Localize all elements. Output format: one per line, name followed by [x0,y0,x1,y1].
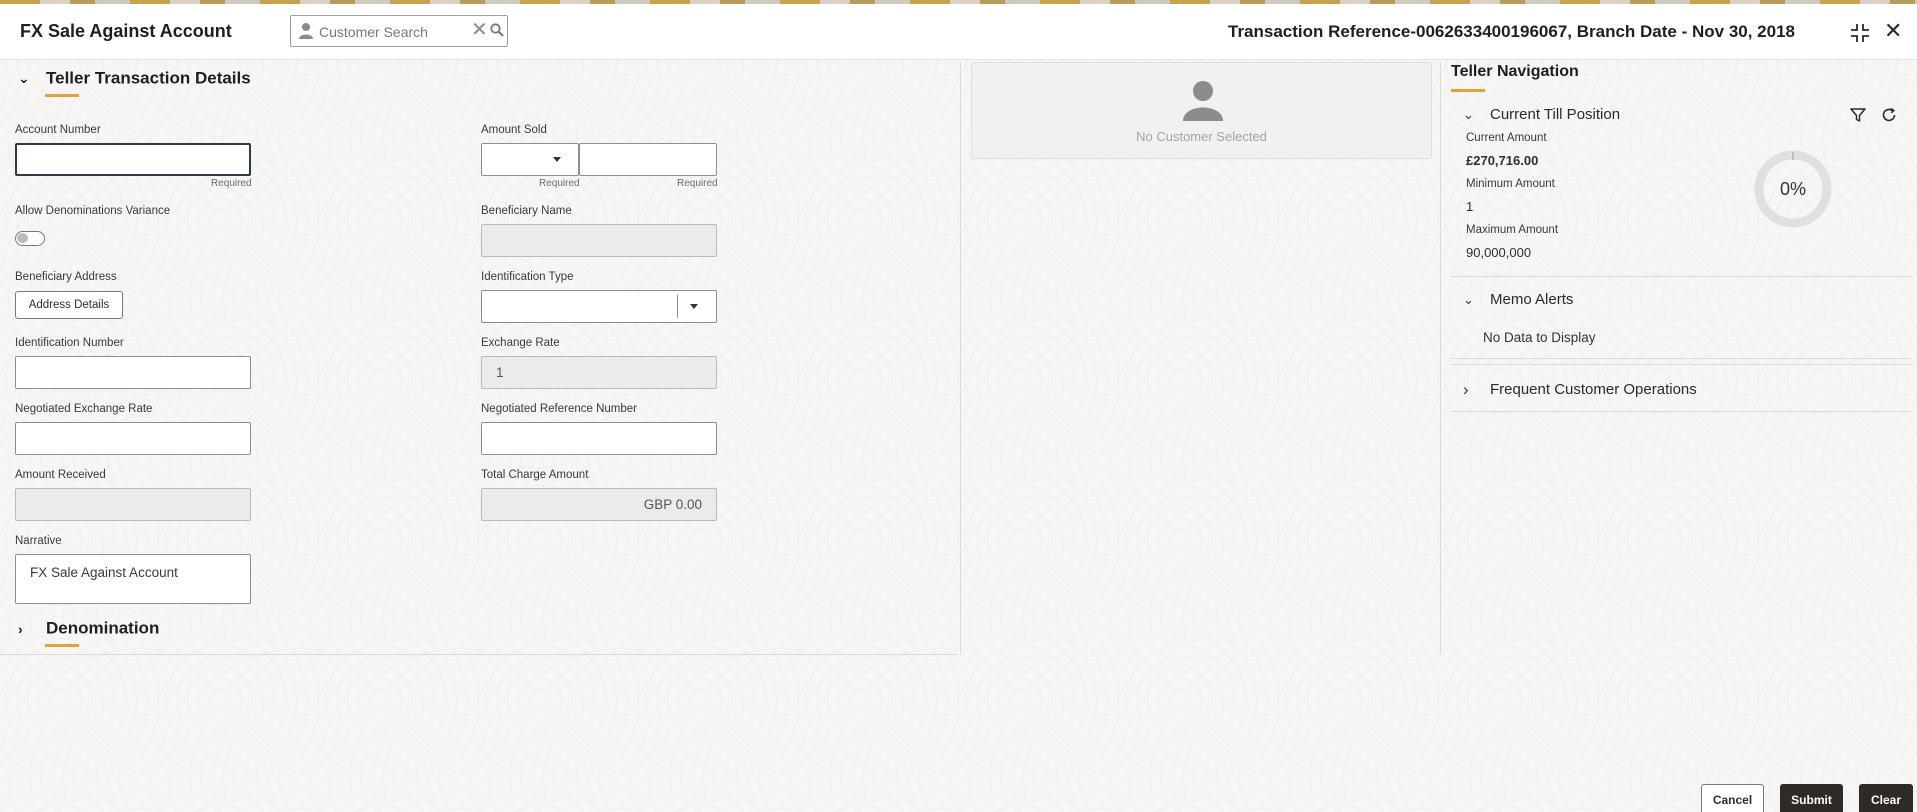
amount-received-input[interactable] [15,488,251,521]
total-charge-amount-label: Total Charge Amount [481,469,589,481]
close-icon[interactable]: ✕ [1884,18,1902,44]
memo-alerts-empty: No Data to Display [1483,330,1596,345]
memo-alerts-title: Memo Alerts [1490,291,1574,308]
identification-number-label: Identification Number [15,337,124,349]
chevron-right-icon: › [18,620,23,637]
caret-down-icon [553,157,561,162]
nav-divider [1451,411,1911,412]
avatar-icon [1183,81,1223,121]
clear-button[interactable]: Clear [1859,784,1913,812]
chevron-down-icon: ⌄ [18,70,30,87]
current-till-position-title: Current Till Position [1490,106,1621,123]
identification-type-select[interactable] [481,290,717,323]
maximum-amount-label: Maximum Amount [1466,224,1559,236]
amount-received-label: Amount Received [15,469,106,481]
negotiated-reference-number-input[interactable] [481,422,717,455]
current-amount-label: Current Amount [1466,132,1547,144]
customer-card: No Customer Selected [971,62,1432,159]
exchange-rate-label: Exchange Rate [481,337,560,349]
utilization-percent: 0% [1780,179,1806,199]
teller-navigation-title: Teller Navigation [1451,63,1579,80]
amount-sold-currency-select[interactable] [481,143,579,176]
clear-search-icon[interactable]: ✕ [471,19,488,41]
beneficiary-name-input[interactable] [481,224,717,257]
toggle-knob [17,233,28,243]
denomination-header[interactable]: › Denomination [18,618,159,639]
minimum-amount-value: 1 [1466,199,1474,214]
negotiated-exchange-rate-label: Negotiated Exchange Rate [15,403,153,415]
refresh-icon[interactable] [1881,107,1897,123]
address-details-button[interactable]: Address Details [15,291,123,319]
no-customer-text: No Customer Selected [1136,129,1267,144]
identification-number-input[interactable] [15,356,251,389]
memo-alerts-header[interactable]: ⌄ Memo Alerts [1451,291,1911,315]
section-underline [45,644,79,647]
identification-type-label: Identification Type [481,271,574,283]
exchange-rate-input[interactable]: 1 [481,356,717,389]
account-number-label: Account Number [15,124,101,136]
maximum-amount-value: 90,000,000 [1466,245,1532,260]
frequent-customer-operations-title: Frequent Customer Operations [1490,381,1697,398]
filter-icon[interactable] [1850,107,1866,123]
amount-sold-label: Amount Sold [481,124,547,136]
current-till-position-header[interactable]: ⌄ Current Till Position [1451,106,1911,130]
teller-transaction-details-header[interactable]: ⌄ Teller Transaction Details [18,68,251,89]
collapse-icon[interactable] [1850,23,1870,43]
account-number-input[interactable] [15,143,251,176]
allow-denominations-variance-toggle[interactable] [15,231,45,246]
nav-divider [1451,276,1911,277]
cancel-button[interactable]: Cancel [1701,784,1764,812]
frequent-customer-operations-header[interactable]: › Frequent Customer Operations [1451,380,1911,405]
section-title: Teller Transaction Details [46,68,251,88]
form-bottom-divider [0,654,958,655]
customer-search-input[interactable] [319,21,459,43]
current-amount-value: £270,716.00 [1466,153,1539,168]
beneficiary-name-label: Beneficiary Name [481,205,572,217]
chevron-right-icon: › [1463,380,1469,399]
required-hint: Required [677,178,718,189]
amount-sold-input[interactable] [579,143,717,176]
nav-title-underline [1451,89,1485,92]
required-hint: Required [539,178,580,189]
section-underline [45,94,79,97]
submit-button[interactable]: Submit [1780,784,1843,812]
minimum-amount-label: Minimum Amount [1466,178,1555,190]
allow-denominations-variance-label: Allow Denominations Variance [15,205,171,217]
panel-divider [960,62,961,654]
chevron-down-icon: ⌄ [1463,107,1474,122]
nav-divider [1451,358,1911,359]
nav-divider [1451,364,1911,365]
narrative-label: Narrative [15,535,62,547]
select-divider [677,295,678,318]
page-title: FX Sale Against Account [20,21,232,41]
beneficiary-address-label: Beneficiary Address [15,271,117,283]
person-icon [299,23,313,39]
denomination-title: Denomination [46,618,160,638]
search-icon[interactable] [490,23,504,37]
panel-divider [1440,62,1441,654]
narrative-textarea[interactable]: FX Sale Against Account [15,554,251,604]
till-utilization-donut: 0% [1754,150,1832,228]
customer-search-box[interactable]: ✕ [290,15,508,47]
total-charge-amount-input[interactable]: GBP 0.00 [481,488,717,521]
caret-down-icon [690,304,698,309]
transaction-reference: Transaction Reference-0062633400196067, … [1228,22,1795,41]
negotiated-exchange-rate-input[interactable] [15,422,251,455]
chevron-down-icon: ⌄ [1463,292,1474,307]
negotiated-reference-number-label: Negotiated Reference Number [481,403,637,415]
header-bar: FX Sale Against Account ✕ Transaction Re… [0,4,1917,60]
required-hint: Required [211,178,252,189]
